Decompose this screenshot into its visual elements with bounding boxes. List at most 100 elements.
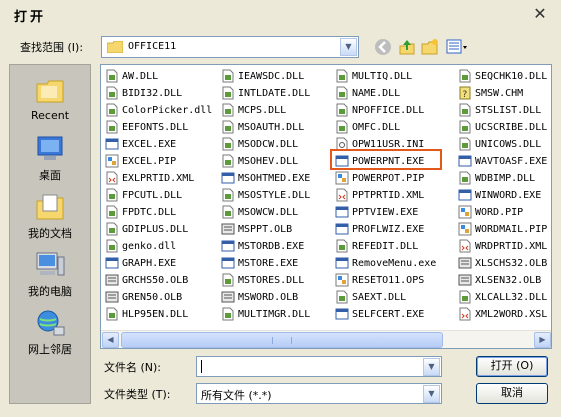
file-dll-icon xyxy=(222,154,234,168)
file-name: XLCALL32.DLL xyxy=(475,292,548,303)
file-name: GRAPH.EXE xyxy=(122,258,177,269)
file-name: MSOAUTH.DLL xyxy=(238,122,305,133)
file-name: WRDPRTID.XML xyxy=(475,241,548,252)
file-name: MSOSTYLE.DLL xyxy=(238,190,311,201)
file-dll-icon xyxy=(222,137,234,151)
file-name: SELFCERT.EXE xyxy=(352,309,425,320)
file-dll-icon xyxy=(459,103,471,117)
file-exe-icon xyxy=(458,189,472,201)
file-name: genko.dll xyxy=(122,241,177,252)
file-dll-icon xyxy=(336,239,348,253)
file-name: MSPPT.OLB xyxy=(238,224,293,235)
up-folder-icon[interactable] xyxy=(398,38,416,56)
file-name: MSTORE.EXE xyxy=(238,258,299,269)
file-name: XLSEN32.OLB xyxy=(475,275,542,286)
file-ops-icon xyxy=(335,273,349,287)
file-olb-icon xyxy=(458,257,472,269)
file-dll-icon xyxy=(106,205,118,219)
file-dll-icon xyxy=(222,120,234,134)
file-name: XLSCHS32.OLB xyxy=(475,258,548,269)
scroll-right-icon[interactable]: ▶ xyxy=(534,332,551,348)
file-name: MSWORD.OLB xyxy=(238,292,299,303)
file-name: MSOHTMED.EXE xyxy=(238,173,311,184)
file-dll-icon xyxy=(106,120,118,134)
file-name: RemoveMenu.exe xyxy=(352,258,437,269)
file-name: MCPS.DLL xyxy=(238,105,287,116)
chevron-down-icon[interactable]: ▼ xyxy=(423,358,440,376)
look-in-value: OFFICE11 xyxy=(128,41,177,52)
file-pip-icon xyxy=(105,154,119,168)
filename-input[interactable]: ▼ xyxy=(196,356,442,377)
place-label: 桌面 xyxy=(39,169,61,182)
file-dll-icon xyxy=(222,69,234,83)
scroll-thumb[interactable] xyxy=(121,332,443,348)
file-name: EXLPRTID.XML xyxy=(122,173,195,184)
filetype-value: 所有文件 (*.*) xyxy=(201,389,272,402)
back-icon[interactable] xyxy=(374,38,392,56)
place-label: 网上邻居 xyxy=(28,343,72,356)
file-olb-icon xyxy=(221,223,235,235)
cancel-button[interactable]: 取消 xyxy=(476,383,548,404)
file-dll-icon xyxy=(336,103,348,117)
svg-text:?: ? xyxy=(462,90,467,100)
file-dll-icon xyxy=(106,69,118,83)
file-name: GDIPLUS.DLL xyxy=(122,224,189,235)
new-folder-icon[interactable] xyxy=(421,38,439,56)
place-label: 我的电脑 xyxy=(28,285,72,298)
file-name: MSTORES.DLL xyxy=(238,275,305,286)
file-name: OMFC.DLL xyxy=(352,122,401,133)
file-dll-icon xyxy=(106,86,118,100)
file-dll-icon xyxy=(222,86,234,100)
file-name: WINWORD.EXE xyxy=(475,190,542,201)
file-name: RESETO11.OPS xyxy=(352,275,425,286)
file-exe-icon xyxy=(221,172,235,184)
file-name: REFEDIT.DLL xyxy=(352,241,419,252)
scroll-left-icon[interactable]: ◀ xyxy=(102,332,119,348)
open-button[interactable]: 打开 (O) xyxy=(476,356,548,377)
file-name: UNICOWS.DLL xyxy=(475,139,542,150)
file-name: NPOFFICE.DLL xyxy=(352,105,425,116)
file-dll-icon xyxy=(459,120,471,134)
file-pip-icon xyxy=(458,222,472,236)
file-dll-icon xyxy=(336,120,348,134)
file-dll-icon xyxy=(106,307,118,321)
file-name: FPCUTL.DLL xyxy=(122,190,183,201)
file-name: STSLIST.DLL xyxy=(475,105,542,116)
chevron-down-icon[interactable]: ▼ xyxy=(340,38,357,56)
my-documents-icon xyxy=(36,194,64,220)
file-name: BIDI32.DLL xyxy=(122,88,183,99)
place-network[interactable]: 网上邻居 xyxy=(10,303,90,363)
file-dll-icon xyxy=(222,273,234,287)
file-exe-icon xyxy=(221,240,235,252)
horizontal-scrollbar[interactable]: ◀ ▶ xyxy=(101,330,551,348)
file-name: SEQCHK10.DLL xyxy=(475,71,548,82)
file-dll-icon xyxy=(106,239,118,253)
place-recent[interactable]: Recent xyxy=(10,71,90,131)
file-name: WORDMAIL.PIP xyxy=(475,224,548,235)
file-dll-icon xyxy=(222,103,234,117)
file-name: ColorPicker.dll xyxy=(122,105,213,116)
filetype-label: 文件类型 (T): xyxy=(104,388,171,401)
look-in-combo[interactable]: OFFICE11 ▼ xyxy=(101,36,359,58)
file-name: PPTVIEW.EXE xyxy=(352,207,419,218)
file-dll-icon xyxy=(336,86,348,100)
file-name: POWERPOT.PIP xyxy=(352,173,425,184)
my-computer-icon xyxy=(36,252,65,276)
close-icon[interactable]: ✕ xyxy=(529,4,551,24)
file-list[interactable]: AW.DLL BIDI32.DLL ColorPicker.dll EEFONTS.D… xyxy=(100,64,552,349)
file-name: UCSCRIBE.DLL xyxy=(475,122,548,133)
file-exe-icon xyxy=(335,308,349,320)
file-name: FPDTC.DLL xyxy=(122,207,177,218)
file-chm-icon: ? xyxy=(459,86,471,100)
view-menu-icon[interactable] xyxy=(446,38,468,56)
filename-label: 文件名 (N): xyxy=(104,361,162,374)
file-name: XML2WORD.XSL xyxy=(475,309,548,320)
file-dll-icon xyxy=(106,103,118,117)
place-my-computer[interactable]: 我的电脑 xyxy=(10,245,90,305)
file-olb-icon xyxy=(221,291,235,303)
filetype-combo[interactable]: 所有文件 (*.*) ▼ xyxy=(196,383,442,404)
chevron-down-icon[interactable]: ▼ xyxy=(423,385,440,403)
file-dll-icon xyxy=(222,188,234,202)
place-my-documents[interactable]: 我的文档 xyxy=(10,187,90,247)
place-desktop[interactable]: 桌面 xyxy=(10,129,90,189)
